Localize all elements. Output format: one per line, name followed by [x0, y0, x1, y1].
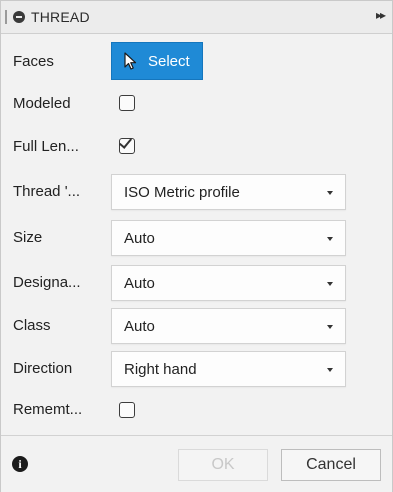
faces-label: Faces: [13, 53, 54, 70]
info-icon[interactable]: i: [12, 456, 28, 472]
expand-icon[interactable]: ▸▸: [376, 8, 386, 22]
collapse-dot-icon[interactable]: [13, 11, 25, 23]
modeled-checkbox[interactable]: [119, 95, 135, 111]
chevron-down-icon: [327, 368, 333, 372]
arrow-cursor-icon: [124, 52, 138, 74]
designation-value: Auto: [124, 275, 155, 292]
chevron-down-icon: [327, 325, 333, 329]
modeled-label: Modeled: [13, 95, 71, 112]
direction-value: Right hand: [124, 361, 197, 378]
thread-dialog: THREAD ▸▸ Faces Select Modeled Full Len.…: [0, 0, 393, 492]
remember-checkbox[interactable]: [119, 402, 135, 418]
thread-type-value: ISO Metric profile: [124, 184, 240, 201]
direction-label: Direction: [13, 360, 73, 377]
thread-type-label: Thread '...: [13, 183, 81, 200]
chevron-down-icon: [327, 282, 333, 286]
thread-type-dropdown[interactable]: ISO Metric profile: [111, 174, 346, 210]
dialog-footer: i OK Cancel: [1, 435, 392, 492]
full-length-label: Full Len...: [13, 138, 79, 155]
full-length-checkbox[interactable]: [118, 135, 135, 154]
chevron-down-icon: [327, 191, 333, 195]
cancel-button[interactable]: Cancel: [281, 449, 381, 481]
chevron-down-icon: [327, 237, 333, 241]
class-value: Auto: [124, 318, 155, 335]
remember-label: Rememt...: [13, 401, 83, 418]
size-value: Auto: [124, 230, 155, 247]
class-label: Class: [13, 317, 51, 334]
class-dropdown[interactable]: Auto: [111, 308, 346, 344]
dialog-title: THREAD: [31, 9, 90, 25]
checkmark-icon: [118, 135, 133, 149]
direction-dropdown[interactable]: Right hand: [111, 351, 346, 387]
dialog-header: THREAD ▸▸: [1, 1, 392, 34]
faces-select-button[interactable]: Select: [111, 42, 203, 80]
select-button-label: Select: [148, 53, 190, 70]
drag-handle[interactable]: [5, 10, 7, 24]
size-label: Size: [13, 229, 43, 246]
designation-dropdown[interactable]: Auto: [111, 265, 346, 301]
ok-button[interactable]: OK: [178, 449, 268, 481]
size-dropdown[interactable]: Auto: [111, 220, 346, 256]
designation-label: Designa...: [13, 274, 81, 291]
